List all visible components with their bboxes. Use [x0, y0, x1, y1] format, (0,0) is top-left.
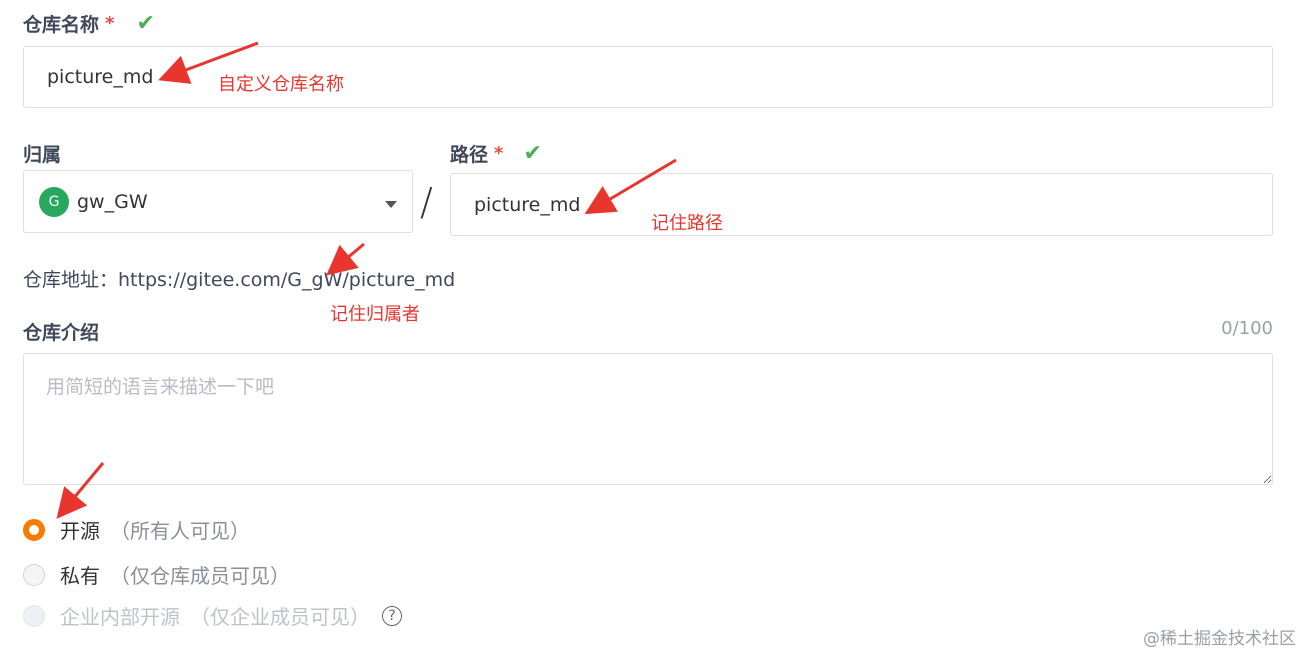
annotation-arrows: [56, 41, 677, 519]
watermark: @稀土掘金技术社区: [1143, 629, 1296, 649]
arrow-path: [584, 158, 677, 215]
arrow-repo-name: [158, 41, 259, 84]
arrow-owner: [326, 242, 365, 276]
arrow-public: [56, 462, 105, 519]
